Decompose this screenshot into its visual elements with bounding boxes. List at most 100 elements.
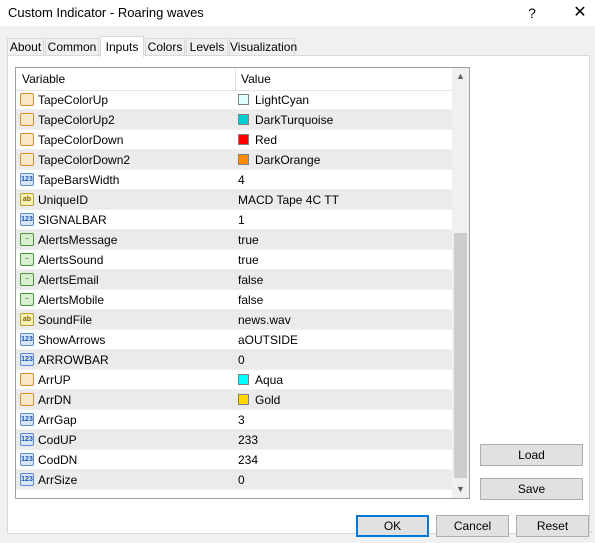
color-swatch[interactable]: [238, 154, 249, 165]
param-value[interactable]: aOUTSIDE: [238, 333, 298, 347]
scroll-down-arrow-icon[interactable]: ▼: [452, 481, 469, 498]
close-icon[interactable]: ✕: [570, 3, 590, 23]
param-name: TapeColorDown2: [38, 153, 131, 167]
param-row[interactable]: ~ AlertsMessage true: [16, 230, 453, 250]
param-value[interactable]: true: [238, 253, 259, 267]
param-value[interactable]: 234: [238, 453, 258, 467]
param-name: TapeColorDown: [38, 133, 124, 147]
param-row[interactable]: ~ AlertsEmail false: [16, 270, 453, 290]
param-row[interactable]: 123 CodUP 233: [16, 430, 453, 450]
header-variable[interactable]: Variable: [22, 72, 65, 86]
integer-param-icon: 123: [20, 453, 34, 466]
param-name: TapeColorUp: [38, 93, 109, 107]
param-value[interactable]: DarkTurquoise: [255, 113, 333, 127]
bool-param-icon: ~: [20, 273, 34, 286]
param-row[interactable]: TapeColorDown2 DarkOrange: [16, 150, 453, 170]
window-title: Custom Indicator - Roaring waves: [8, 5, 204, 20]
inputs-grid: Variable Value TapeColorUp LightCyan TapeC…: [15, 67, 470, 499]
param-name: ArrUP: [38, 373, 71, 387]
load-button[interactable]: Load: [480, 444, 583, 466]
param-value[interactable]: MACD Tape 4C TT: [238, 193, 339, 207]
param-row[interactable]: ArrUP Aqua: [16, 370, 453, 390]
param-value[interactable]: false: [238, 293, 263, 307]
integer-param-icon: 123: [20, 413, 34, 426]
param-name: CodUP: [38, 433, 77, 447]
param-row[interactable]: 123 ArrGap 3: [16, 410, 453, 430]
vertical-scrollbar[interactable]: ▲ ▼: [452, 68, 469, 498]
param-value[interactable]: 0: [238, 473, 245, 487]
scrollbar-thumb[interactable]: [454, 233, 467, 478]
header-divider[interactable]: [235, 68, 236, 90]
color-param-icon: [20, 373, 34, 386]
param-name: SIGNALBAR: [38, 213, 107, 227]
bool-param-icon: ~: [20, 253, 34, 266]
dialog-client-area: About Common Inputs Colors Levels Visual…: [0, 26, 595, 543]
param-row[interactable]: ArrDN Gold: [16, 390, 453, 410]
integer-param-icon: 123: [20, 433, 34, 446]
param-row[interactable]: ab SoundFile news.wav: [16, 310, 453, 330]
param-name: ArrGap: [38, 413, 77, 427]
color-param-icon: [20, 393, 34, 406]
param-value[interactable]: 233: [238, 433, 258, 447]
param-name: ShowArrows: [38, 333, 106, 347]
param-row[interactable]: 123 ShowArrows aOUTSIDE: [16, 330, 453, 350]
param-row[interactable]: ab UniqueID MACD Tape 4C TT: [16, 190, 453, 210]
param-row[interactable]: 123 ArrSize 0: [16, 470, 453, 490]
grid-header: Variable Value: [16, 68, 453, 91]
param-row[interactable]: TapeColorDown Red: [16, 130, 453, 150]
color-swatch[interactable]: [238, 134, 249, 145]
reset-button[interactable]: Reset: [516, 515, 589, 537]
scroll-up-arrow-icon[interactable]: ▲: [452, 68, 469, 85]
param-row[interactable]: 123 SIGNALBAR 1: [16, 210, 453, 230]
integer-param-icon: 123: [20, 353, 34, 366]
param-name: AlertsMessage: [38, 233, 118, 247]
param-row[interactable]: TapeColorUp LightCyan: [16, 90, 453, 110]
param-value[interactable]: false: [238, 273, 263, 287]
param-row[interactable]: ~ AlertsSound true: [16, 250, 453, 270]
param-name: TapeColorUp2: [38, 113, 115, 127]
param-value[interactable]: 3: [238, 413, 245, 427]
color-param-icon: [20, 93, 34, 106]
param-name: TapeBarsWidth: [38, 173, 120, 187]
bool-param-icon: ~: [20, 233, 34, 246]
color-param-icon: [20, 153, 34, 166]
integer-param-icon: 123: [20, 213, 34, 226]
param-value[interactable]: 1: [238, 213, 245, 227]
color-swatch[interactable]: [238, 394, 249, 405]
resize-grip-icon[interactable]: ⋰: [584, 530, 593, 541]
integer-param-icon: 123: [20, 473, 34, 486]
help-icon[interactable]: ?: [522, 3, 542, 23]
tab-visualization[interactable]: Visualization: [229, 38, 297, 55]
color-swatch[interactable]: [238, 94, 249, 105]
tab-common[interactable]: Common: [45, 38, 99, 55]
param-name: SoundFile: [38, 313, 93, 327]
param-row[interactable]: ~ AlertsMobile false: [16, 290, 453, 310]
color-swatch[interactable]: [238, 114, 249, 125]
tab-levels[interactable]: Levels: [186, 38, 228, 55]
param-value[interactable]: 4: [238, 173, 245, 187]
title-bar: Custom Indicator - Roaring waves ? ✕: [0, 0, 595, 26]
param-name: AlertsSound: [38, 253, 104, 267]
param-row[interactable]: 123 CodDN 234: [16, 450, 453, 470]
tab-colors[interactable]: Colors: [145, 38, 185, 55]
tab-about[interactable]: About: [7, 38, 44, 55]
color-swatch[interactable]: [238, 374, 249, 385]
param-value[interactable]: news.wav: [238, 313, 291, 327]
ok-button[interactable]: OK: [356, 515, 429, 537]
cancel-button[interactable]: Cancel: [436, 515, 509, 537]
param-row[interactable]: 123 ARROWBAR 0: [16, 350, 453, 370]
param-value[interactable]: Aqua: [255, 373, 283, 387]
param-row[interactable]: TapeColorUp2 DarkTurquoise: [16, 110, 453, 130]
param-value[interactable]: Red: [255, 133, 277, 147]
param-value[interactable]: Gold: [255, 393, 280, 407]
param-value[interactable]: DarkOrange: [255, 153, 320, 167]
integer-param-icon: 123: [20, 333, 34, 346]
save-button[interactable]: Save: [480, 478, 583, 500]
param-value[interactable]: 0: [238, 353, 245, 367]
tab-inputs[interactable]: Inputs: [100, 36, 144, 57]
param-value[interactable]: true: [238, 233, 259, 247]
param-name: ArrSize: [38, 473, 78, 487]
param-row[interactable]: 123 TapeBarsWidth 4: [16, 170, 453, 190]
param-value[interactable]: LightCyan: [255, 93, 309, 107]
header-value[interactable]: Value: [241, 72, 271, 86]
